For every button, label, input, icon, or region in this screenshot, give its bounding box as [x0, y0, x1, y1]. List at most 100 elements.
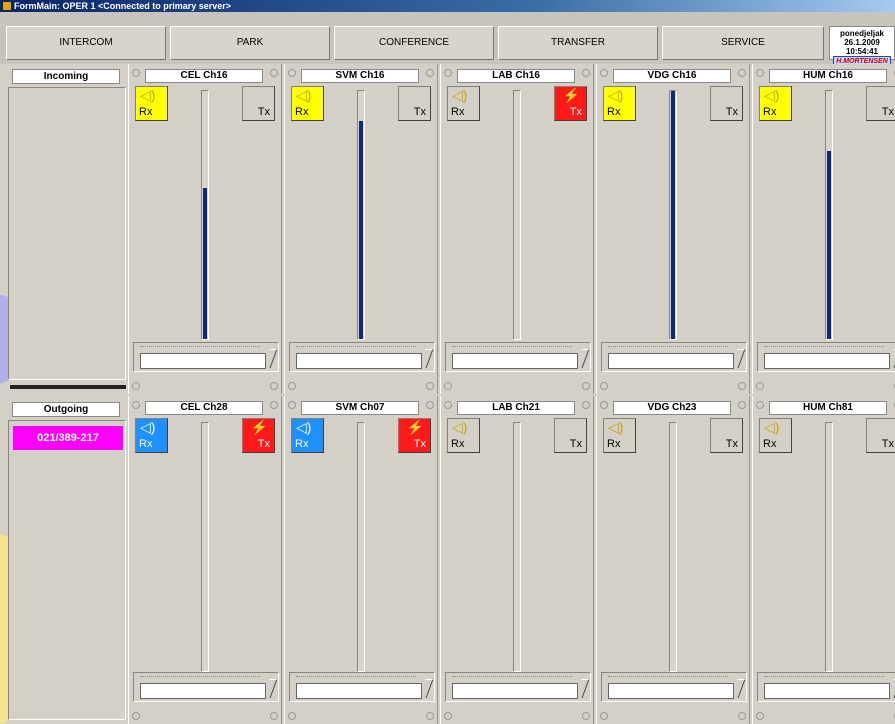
- corner-pin: [426, 712, 434, 720]
- corner-pin: [738, 401, 746, 409]
- level-meter[interactable]: [357, 90, 365, 340]
- dotted-rule: [140, 346, 260, 347]
- rx-button[interactable]: ◁) Rx: [603, 418, 636, 453]
- transfer-button[interactable]: TRANSFER: [498, 26, 658, 60]
- tx-button[interactable]: ⚡ Tx: [242, 418, 275, 453]
- number-field[interactable]: [452, 353, 578, 369]
- level-meter[interactable]: [513, 90, 521, 340]
- tx-label: Tx: [257, 438, 270, 450]
- lightning-icon: ⚡: [406, 419, 424, 435]
- rx-button[interactable]: ◁) Rx: [291, 86, 324, 121]
- call-slot[interactable]: [445, 342, 591, 372]
- call-slot[interactable]: [601, 342, 747, 372]
- level-meter[interactable]: [669, 422, 677, 672]
- rx-label: Rx: [295, 106, 309, 118]
- dotted-rule: [296, 676, 416, 677]
- call-slot[interactable]: [133, 342, 279, 372]
- outgoing-call-number[interactable]: 021/389-217: [13, 426, 123, 450]
- dotted-rule: [452, 676, 572, 677]
- tx-button[interactable]: ⚡ Tx: [398, 418, 431, 453]
- number-field[interactable]: [452, 683, 578, 699]
- rx-label: Rx: [139, 106, 153, 118]
- level-meter[interactable]: [513, 422, 521, 672]
- rx-button[interactable]: ◁) Rx: [135, 418, 168, 453]
- channel-name: CEL Ch28: [145, 401, 263, 415]
- level-meter[interactable]: [357, 422, 365, 672]
- call-slot[interactable]: [133, 672, 279, 702]
- rx-label: Rx: [607, 438, 621, 450]
- corner-pin: [582, 712, 590, 720]
- level-meter[interactable]: [201, 90, 209, 340]
- tx-button[interactable]: Tx: [710, 86, 743, 121]
- call-slot[interactable]: [757, 672, 895, 702]
- service-button[interactable]: SERVICE: [662, 26, 824, 60]
- tx-button[interactable]: Tx: [710, 418, 743, 453]
- number-field[interactable]: [608, 353, 734, 369]
- speaker-icon: ◁): [608, 87, 624, 103]
- lightning-icon: ⚡: [250, 419, 268, 435]
- speaker-icon: ◁): [140, 87, 156, 103]
- number-field[interactable]: [296, 683, 422, 699]
- number-field[interactable]: [140, 353, 266, 369]
- dotted-rule: [608, 676, 728, 677]
- level-meter[interactable]: [669, 90, 677, 340]
- level-bar: [359, 121, 363, 339]
- rx-button[interactable]: ◁) Rx: [759, 86, 792, 121]
- intercom-button[interactable]: INTERCOM: [6, 26, 166, 60]
- slot-handle: [418, 349, 434, 368]
- channel-strip: CEL Ch16 ◁) Rx Tx: [128, 64, 282, 394]
- number-field[interactable]: [608, 683, 734, 699]
- corner-pin: [132, 382, 140, 390]
- date-text: 26.1.2009: [844, 38, 880, 47]
- rx-button[interactable]: ◁) Rx: [447, 86, 480, 121]
- corner-pin: [756, 401, 764, 409]
- corner-pin: [132, 401, 140, 409]
- corner-pin: [270, 712, 278, 720]
- channel-name: LAB Ch21: [457, 401, 575, 415]
- tx-button[interactable]: ⚡ Tx: [554, 86, 587, 121]
- rx-button[interactable]: ◁) Rx: [603, 86, 636, 121]
- speaker-icon: ◁): [764, 87, 780, 103]
- call-slot[interactable]: [289, 672, 435, 702]
- conference-button[interactable]: CONFERENCE: [334, 26, 494, 60]
- speaker-icon: ◁): [764, 419, 780, 435]
- rx-button[interactable]: ◁) Rx: [291, 418, 324, 453]
- corner-pin: [444, 401, 452, 409]
- park-button[interactable]: PARK: [170, 26, 330, 60]
- number-field[interactable]: [764, 683, 890, 699]
- outgoing-call-list[interactable]: [8, 420, 126, 720]
- time-text: 10:54:41: [845, 47, 879, 56]
- number-field[interactable]: [296, 353, 422, 369]
- corner-pin: [600, 382, 608, 390]
- tx-button[interactable]: Tx: [554, 418, 587, 453]
- rx-button[interactable]: ◁) Rx: [759, 418, 792, 453]
- corner-pin: [426, 69, 434, 77]
- number-field[interactable]: [140, 683, 266, 699]
- outgoing-label: Outgoing: [12, 402, 120, 417]
- dotted-rule: [296, 346, 416, 347]
- corner-pin: [288, 382, 296, 390]
- channel-name: HUM Ch16: [769, 69, 887, 83]
- level-meter[interactable]: [201, 422, 209, 672]
- tx-button[interactable]: Tx: [398, 86, 431, 121]
- call-slot[interactable]: [601, 672, 747, 702]
- tx-button[interactable]: Tx: [242, 86, 275, 121]
- call-slot[interactable]: [289, 342, 435, 372]
- slot-handle: [730, 679, 746, 698]
- corner-pin: [600, 712, 608, 720]
- incoming-call-list[interactable]: [8, 87, 126, 380]
- level-meter[interactable]: [825, 90, 833, 340]
- call-slot[interactable]: [445, 672, 591, 702]
- channel-name: SVM Ch16: [301, 69, 419, 83]
- rx-button[interactable]: ◁) Rx: [135, 86, 168, 121]
- rx-label: Rx: [607, 106, 621, 118]
- rx-button[interactable]: ◁) Rx: [447, 418, 480, 453]
- tx-button[interactable]: Tx: [866, 418, 895, 453]
- incoming-label: Incoming: [12, 69, 120, 84]
- number-field[interactable]: [764, 353, 890, 369]
- call-slot[interactable]: [757, 342, 895, 372]
- corner-pin: [738, 382, 746, 390]
- tx-button[interactable]: Tx: [866, 86, 895, 121]
- level-meter[interactable]: [825, 422, 833, 672]
- level-bar: [203, 188, 207, 339]
